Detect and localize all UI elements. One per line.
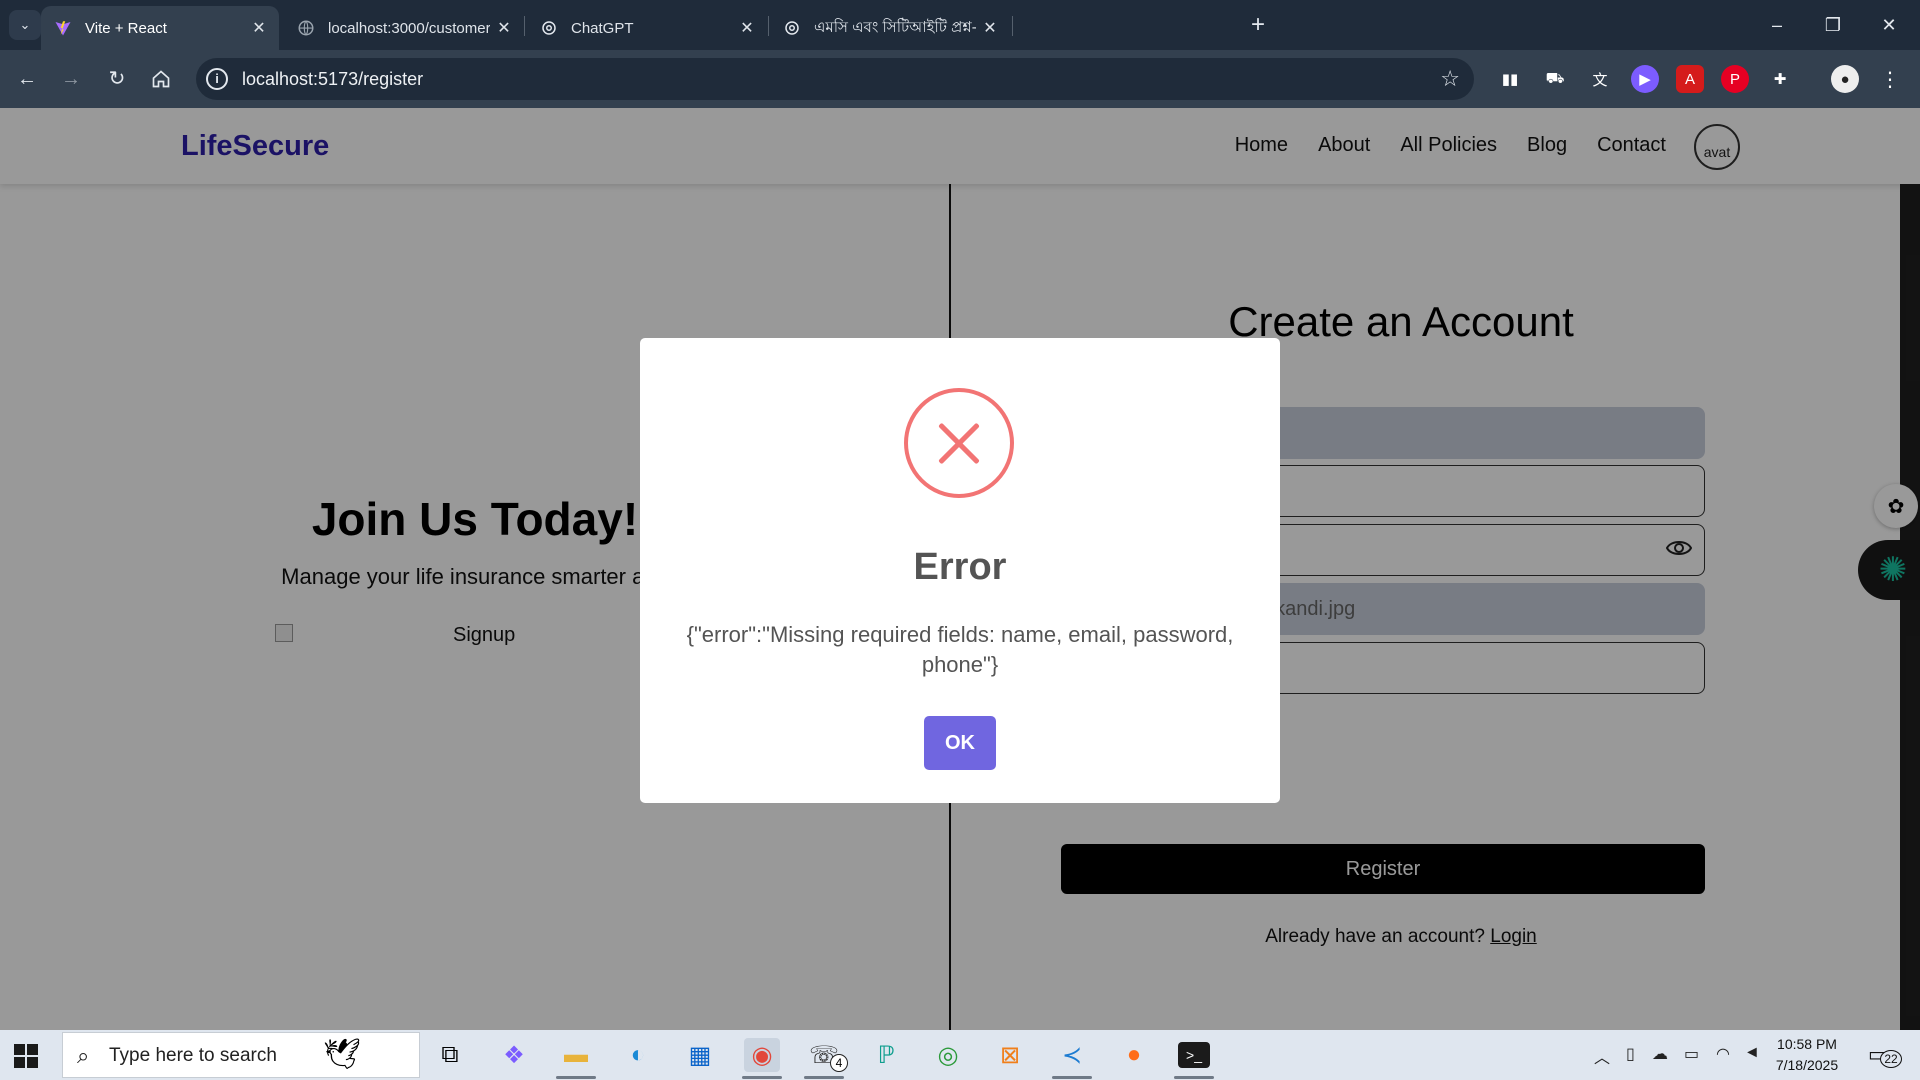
tab-search-button[interactable]: ⌄	[9, 10, 41, 40]
terminal-icon[interactable]: >_	[1178, 1042, 1210, 1068]
dialog-title: Error	[913, 546, 1007, 588]
tray-device-icon[interactable]: ▯	[1626, 1044, 1635, 1064]
tray-chevron-up-icon[interactable]: ︿	[1594, 1044, 1610, 1068]
tab-localhost-customer[interactable]: localhost:3000/customer ✕	[284, 6, 524, 50]
tab-title: এমসি এবং সিটিআইটি প্রশ্ন-উত্তর	[814, 18, 976, 36]
tab-title: localhost:3000/customer	[328, 19, 490, 37]
running-indicator	[804, 1076, 844, 1079]
running-indicator	[742, 1076, 782, 1079]
tab-separator	[768, 16, 769, 36]
pycharm-icon[interactable]: ℙ	[868, 1038, 904, 1072]
reading-list-icon[interactable]: ▮▮	[1496, 65, 1524, 93]
error-x-icon	[904, 388, 1014, 498]
address-bar[interactable]: i localhost:5173/register ☆	[196, 58, 1474, 100]
taskbar-search-box[interactable]: ⌕ Type here to search 🕊	[62, 1032, 420, 1078]
close-icon[interactable]: ✕	[245, 18, 273, 38]
site-info-icon[interactable]: i	[206, 68, 228, 90]
system-clock[interactable]: 10:58 PM 7/18/2025	[1762, 1034, 1852, 1076]
close-icon[interactable]: ✕	[490, 18, 518, 38]
running-indicator	[556, 1076, 596, 1079]
vite-icon	[53, 18, 73, 38]
restore-button[interactable]: ❐	[1810, 10, 1856, 40]
openai-icon	[539, 18, 559, 38]
extensions-puzzle-icon[interactable]: ✚	[1766, 65, 1794, 93]
url-text[interactable]: localhost:5173/register	[242, 69, 423, 90]
forward-button[interactable]: →	[56, 64, 86, 94]
notification-count: 22	[1880, 1050, 1902, 1068]
microsoft-store-icon[interactable]: ▦	[682, 1038, 718, 1072]
chrome-icon[interactable]: ◉	[744, 1038, 780, 1072]
error-dialog: Error {"error":"Missing required fields:…	[640, 338, 1280, 803]
search-icon: ⌕	[77, 1043, 90, 1068]
browser-toolbar: ← → ↻ i localhost:5173/register ☆ ▮▮ ⛟ 文…	[0, 50, 1920, 108]
dove-banner-icon: 🕊	[323, 1038, 362, 1071]
edge-icon[interactable]: ◐	[620, 1038, 656, 1072]
task-view-icon[interactable]: ⧉	[432, 1038, 468, 1072]
windows-start-icon[interactable]	[14, 1044, 38, 1068]
dialog-message: {"error":"Missing required fields: name,…	[686, 622, 1234, 677]
tab-title: Vite + React	[85, 19, 167, 37]
volume-icon[interactable]: ◄	[1744, 1044, 1760, 1062]
whatsapp-badge: 4	[830, 1054, 848, 1072]
translate-extension-icon[interactable]: 文	[1586, 65, 1614, 93]
tab-separator	[1012, 16, 1013, 36]
new-tab-button[interactable]: +	[1244, 12, 1272, 40]
chrome-profile-icon[interactable]: ◎	[930, 1038, 966, 1072]
browser-tab-bar: ⌄ Vite + React ✕ localhost:3000/customer…	[0, 0, 1920, 50]
running-indicator	[1174, 1076, 1214, 1079]
close-window-button[interactable]: ✕	[1866, 10, 1912, 40]
home-button[interactable]	[146, 64, 176, 94]
notification-center-icon[interactable]: ▭ 22	[1868, 1042, 1902, 1068]
clock-date: 7/18/2025	[1775, 1057, 1839, 1073]
menu-kebab-icon[interactable]: ⋮	[1876, 65, 1904, 93]
vscode-icon[interactable]: ≺	[1054, 1038, 1090, 1072]
running-indicator	[1052, 1076, 1092, 1079]
battery-icon[interactable]: ▭	[1684, 1044, 1699, 1064]
copilot-icon[interactable]: ❖	[496, 1038, 532, 1072]
pinterest-icon[interactable]: P	[1721, 65, 1749, 93]
tab-chatgpt[interactable]: ChatGPT ✕	[527, 6, 767, 50]
reload-button[interactable]: ↻	[102, 64, 132, 94]
close-icon[interactable]: ✕	[976, 18, 1004, 38]
wifi-icon[interactable]: ◠	[1716, 1044, 1730, 1064]
tab-separator	[524, 16, 525, 36]
minimize-button[interactable]: –	[1754, 10, 1800, 40]
tab-title: ChatGPT	[571, 19, 634, 37]
search-placeholder: Type here to search	[109, 1045, 277, 1066]
profile-avatar-icon[interactable]: ●	[1831, 65, 1859, 93]
firefox-icon[interactable]: ●	[1116, 1038, 1152, 1072]
extension-icon[interactable]: ⛟	[1541, 65, 1569, 93]
openai-icon	[782, 18, 802, 38]
tab-vite-react[interactable]: Vite + React ✕	[41, 6, 279, 50]
windows-taskbar: ⌕ Type here to search 🕊 ⧉ ❖ ▬ ◐ ▦ ◉ ☏ 4 …	[0, 1030, 1920, 1080]
tray-onedrive-icon[interactable]: ☁	[1652, 1044, 1668, 1064]
bookmark-star-icon[interactable]: ☆	[1440, 66, 1460, 92]
pdf-extension-icon[interactable]: A	[1676, 65, 1704, 93]
tab-bangla-qa[interactable]: এমসি এবং সিটিআইটি প্রশ্ন-উত্তর ✕	[770, 6, 1010, 50]
media-extension-icon[interactable]: ▶	[1631, 65, 1659, 93]
globe-icon	[296, 18, 316, 38]
ok-button[interactable]: OK	[924, 716, 996, 770]
back-button[interactable]: ←	[12, 64, 42, 94]
clock-time: 10:58 PM	[1777, 1036, 1837, 1052]
xampp-icon[interactable]: ⊠	[992, 1038, 1028, 1072]
close-icon[interactable]: ✕	[733, 18, 761, 38]
file-explorer-icon[interactable]: ▬	[558, 1038, 594, 1072]
